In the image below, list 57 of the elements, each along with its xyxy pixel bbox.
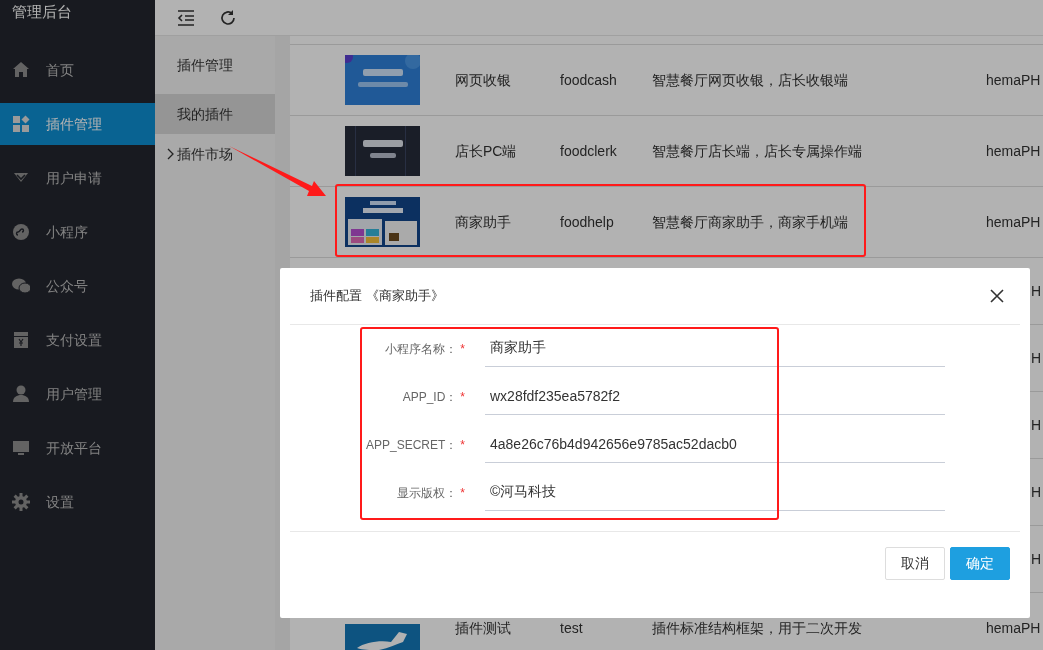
sub-menu-title: 插件管理 — [176, 56, 234, 75]
table-cell-text: H — [1031, 281, 1042, 301]
monitor-icon — [12, 439, 30, 457]
user-icon — [12, 385, 30, 403]
sub-menu-item[interactable]: 我的插件 — [155, 94, 275, 134]
home-icon — [12, 61, 30, 79]
sidebar-item[interactable]: 插件管理 — [0, 103, 155, 145]
table-cell-text: 插件测试 — [455, 618, 512, 638]
field-label: 显示版权： * — [396, 484, 465, 502]
table-cell-text: H — [1031, 549, 1042, 569]
refresh-icon[interactable] — [219, 8, 237, 27]
sub-menu-item[interactable]: 插件市场 — [155, 134, 275, 174]
table-cell-text: 网页收银 — [455, 70, 512, 90]
table-cell-text: hemaPH — [986, 141, 1041, 161]
input-field[interactable]: 商家助手 — [485, 330, 945, 367]
table-cell-text: 插件标准结构框架，用于二次开发 — [652, 618, 863, 638]
sidebar-item[interactable]: 开放平台 — [0, 421, 155, 475]
table-cell-text: foodcash — [560, 70, 618, 90]
table-cell-text: foodhelp — [560, 212, 615, 232]
settings-icon — [12, 493, 30, 511]
table-cell-text: test — [560, 618, 584, 638]
chevron-icon — [167, 148, 175, 160]
field-label: APP_SECRET： * — [364, 436, 465, 454]
confirm-button[interactable]: 确定 — [950, 547, 1010, 580]
register-icon — [12, 331, 30, 349]
table-cell-text: 店长PC端 — [455, 141, 518, 161]
mini-program-icon — [12, 223, 30, 241]
table-cell-text: hemaPH — [986, 212, 1041, 232]
table-cell-text: H — [1031, 415, 1042, 435]
collapse-menu-icon[interactable] — [177, 9, 195, 26]
field-label: 小程序名称： * — [384, 340, 465, 358]
table-cell-text: H — [1031, 482, 1042, 502]
app-title: 管理后台 — [11, 2, 73, 22]
table-cell-text: hemaPH — [986, 618, 1041, 638]
grid-icon — [12, 115, 30, 133]
table-cell-text: hemaPH — [986, 70, 1041, 90]
sidebar-item[interactable]: 设置 — [0, 475, 155, 529]
table-cell-text: 智慧餐厅店长端，店长专属操作端 — [652, 141, 863, 161]
cancel-button[interactable]: 取消 — [885, 547, 945, 580]
table-cell-text: 智慧餐厅商家助手，商家手机端 — [652, 212, 849, 232]
sidebar-item[interactable]: 支付设置 — [0, 313, 155, 367]
input-field[interactable]: wx28fdf235ea5782f2 — [485, 378, 945, 415]
table-cell-text: 商家助手 — [455, 212, 512, 232]
dialog-title: 插件配置 《商家助手》 — [310, 287, 444, 306]
table-cell-text: foodclerk — [560, 141, 618, 161]
sidebar-item[interactable]: 小程序 — [0, 205, 155, 259]
input-field[interactable]: 4a8e26c76b4d942656e9785ac52dacb0 — [485, 426, 945, 463]
sidebar-item[interactable]: 用户管理 — [0, 367, 155, 421]
table-cell-text: H — [1031, 348, 1042, 368]
close-icon[interactable] — [990, 289, 1004, 303]
table-cell-text: 智慧餐厅网页收银，店长收银端 — [652, 70, 849, 90]
input-field[interactable]: ©河马科技 — [485, 474, 945, 511]
field-label: APP_ID： * — [401, 388, 465, 406]
sidebar-item[interactable]: 用户申请 — [0, 151, 155, 205]
sidebar-item[interactable]: 首页 — [0, 43, 155, 97]
sidebar-item[interactable]: 公众号 — [0, 259, 155, 313]
chat-icon — [12, 277, 30, 295]
